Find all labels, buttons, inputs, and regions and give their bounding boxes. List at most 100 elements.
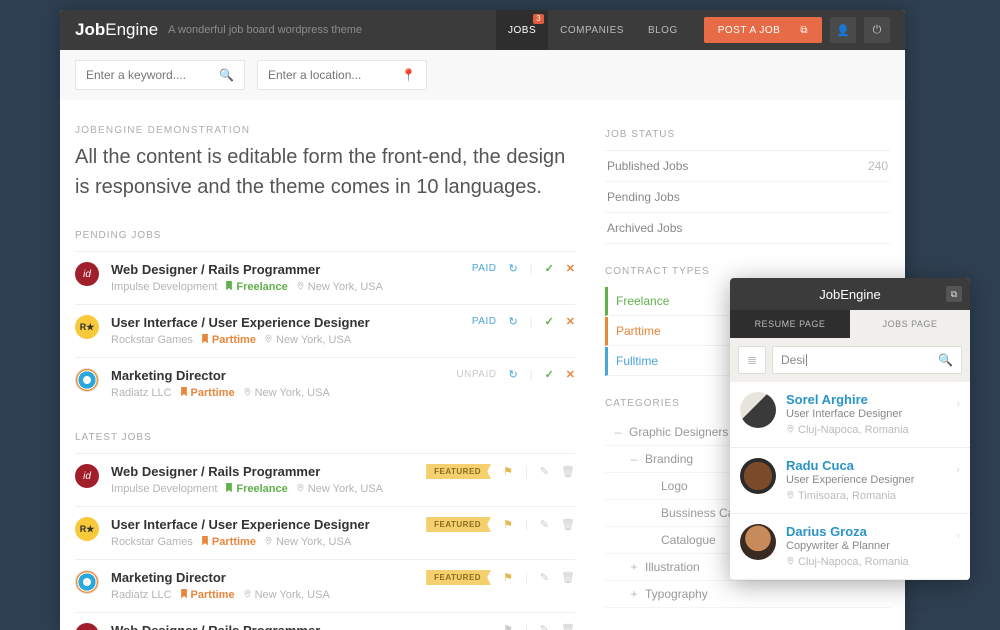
contract-types-title: CONTRACT TYPES: [605, 266, 890, 277]
flag-icon[interactable]: ⚑: [503, 623, 513, 630]
job-location: New York, USA: [296, 280, 383, 294]
flag-icon[interactable]: ⚑: [503, 465, 513, 478]
trash-icon[interactable]: 🗑: [561, 518, 575, 531]
job-row[interactable]: id Web Designer / Rails Programmer Impul…: [75, 612, 575, 630]
refresh-icon[interactable]: ↻: [508, 368, 517, 381]
job-row[interactable]: Marketing Director Radiatz LLC Parttime …: [75, 357, 575, 410]
pin-icon: [296, 280, 305, 294]
person-location: Cluj-Napoca, Romania: [786, 423, 909, 437]
status-count: 240: [868, 159, 888, 173]
refresh-icon[interactable]: ↻: [508, 262, 517, 275]
person-location: Cluj-Napoca, Romania: [786, 555, 909, 569]
tab-resume[interactable]: RESUME PAGE: [730, 310, 850, 338]
keyword-input[interactable]: [86, 68, 216, 82]
job-location: New York, USA: [243, 588, 330, 602]
demo-eyebrow: JOBENGINE DEMONSTRATION: [75, 125, 575, 136]
job-actions: PAID ↻ | ✓ ✕: [472, 315, 575, 328]
mobile-menu-button[interactable]: ≣: [738, 346, 766, 374]
company-name: Radiatz LLC: [111, 589, 172, 601]
brand: JobEngine: [75, 20, 158, 40]
chevron-right-icon: ›: [956, 464, 960, 476]
tab-jobs[interactable]: JOBS PAGE: [850, 310, 970, 338]
company-logo: R★: [75, 517, 99, 541]
person-row[interactable]: Radu Cuca User Experience Designer Timis…: [730, 448, 970, 514]
status-row[interactable]: Archived Jobs: [605, 213, 890, 244]
job-actions: ⚑ | ✎ 🗑: [503, 623, 575, 630]
job-row[interactable]: R★ User Interface / User Experience Desi…: [75, 304, 575, 357]
user-button[interactable]: 👤: [830, 17, 856, 43]
edit-icon[interactable]: ✎: [540, 465, 549, 478]
job-row[interactable]: id Web Designer / Rails Programmer Impul…: [75, 453, 575, 506]
ribbon-icon: [180, 387, 188, 400]
mobile-tabs: RESUME PAGE JOBS PAGE: [730, 310, 970, 338]
person-name: Sorel Arghire: [786, 392, 909, 407]
job-row[interactable]: id Web Designer / Rails Programmer Impul…: [75, 251, 575, 304]
demo-headline: All the content is editable form the fro…: [75, 142, 575, 202]
edit-icon[interactable]: ✎: [540, 518, 549, 531]
person-row[interactable]: Sorel Arghire User Interface Designer Cl…: [730, 382, 970, 448]
status-row[interactable]: Published Jobs240: [605, 151, 890, 182]
avatar: [740, 392, 776, 428]
power-button[interactable]: ⏻: [864, 17, 890, 43]
trash-icon[interactable]: 🗑: [561, 623, 575, 630]
status-label: Archived Jobs: [607, 221, 682, 235]
primary-nav: JOBS3 COMPANIES BLOG POST A JOB⧉ 👤 ⏻: [496, 10, 890, 50]
job-actions: PAID ↻ | ✓ ✕: [472, 262, 575, 275]
flag-icon[interactable]: ⚑: [503, 518, 513, 531]
trash-icon[interactable]: 🗑: [561, 571, 575, 584]
expand-icon: +: [629, 587, 639, 601]
trash-icon[interactable]: 🗑: [561, 465, 575, 478]
location-input[interactable]: [268, 68, 398, 82]
mobile-search-row: ≣ Desi 🔍: [730, 338, 970, 382]
contract-tag: Parttime: [201, 334, 256, 347]
approve-icon[interactable]: ✓: [545, 315, 554, 328]
reject-icon[interactable]: ✕: [566, 368, 575, 381]
job-status-list: Published Jobs240Pending Jobs Archived Jo…: [605, 150, 890, 244]
company-name: Rockstar Games: [111, 536, 193, 548]
flag-icon[interactable]: ⚑: [503, 571, 513, 584]
job-location: New York, USA: [243, 386, 330, 400]
person-row[interactable]: Darius Groza Copywriter & Planner Cluj-N…: [730, 514, 970, 580]
unpaid-label: UNPAID: [456, 369, 496, 380]
post-job-button[interactable]: POST A JOB⧉: [704, 17, 822, 43]
status-row[interactable]: Pending Jobs: [605, 182, 890, 213]
keyword-search[interactable]: 🔍: [75, 60, 245, 90]
category-label: Catalogue: [661, 533, 716, 547]
pin-icon: [786, 489, 795, 503]
edit-icon[interactable]: ✎: [540, 623, 549, 630]
expand-icon: –: [629, 452, 639, 466]
search-bar: 🔍 📍: [60, 50, 905, 100]
nav-jobs[interactable]: JOBS3: [496, 10, 548, 50]
popout-icon[interactable]: ⧉: [946, 286, 962, 302]
search-icon: 🔍: [938, 353, 953, 367]
person-role: User Interface Designer: [786, 408, 909, 420]
pin-icon: [243, 386, 252, 400]
chevron-right-icon: ›: [956, 530, 960, 542]
mobile-titlebar: JobEngine ⧉: [730, 278, 970, 310]
paid-label: PAID: [472, 316, 497, 327]
main-column: JOBENGINE DEMONSTRATION All the content …: [75, 125, 605, 630]
nav-companies[interactable]: COMPANIES: [548, 10, 636, 50]
mobile-search[interactable]: Desi 🔍: [772, 346, 962, 374]
company-logo: id: [75, 623, 99, 630]
category-item[interactable]: +Typography: [605, 581, 890, 608]
reject-icon[interactable]: ✕: [566, 262, 575, 275]
mobile-people-list: Sorel Arghire User Interface Designer Cl…: [730, 382, 970, 580]
latest-jobs-title: LATEST JOBS: [75, 432, 575, 443]
approve-icon[interactable]: ✓: [545, 262, 554, 275]
location-search[interactable]: 📍: [257, 60, 427, 90]
job-row[interactable]: R★ User Interface / User Experience Desi…: [75, 506, 575, 559]
nav-blog[interactable]: BLOG: [636, 10, 690, 50]
refresh-icon[interactable]: ↻: [508, 315, 517, 328]
contract-tag: Freelance: [225, 483, 287, 496]
contract-tag: Freelance: [225, 281, 287, 294]
approve-icon[interactable]: ✓: [545, 368, 554, 381]
pin-icon: [264, 535, 273, 549]
pending-jobs-list: id Web Designer / Rails Programmer Impul…: [75, 251, 575, 410]
reject-icon[interactable]: ✕: [566, 315, 575, 328]
ribbon-icon: [225, 281, 233, 294]
job-actions: UNPAID ↻ | ✓ ✕: [456, 368, 575, 381]
edit-icon[interactable]: ✎: [540, 571, 549, 584]
job-row[interactable]: Marketing Director Radiatz LLC Parttime …: [75, 559, 575, 612]
category-label: Illustration: [645, 560, 700, 574]
